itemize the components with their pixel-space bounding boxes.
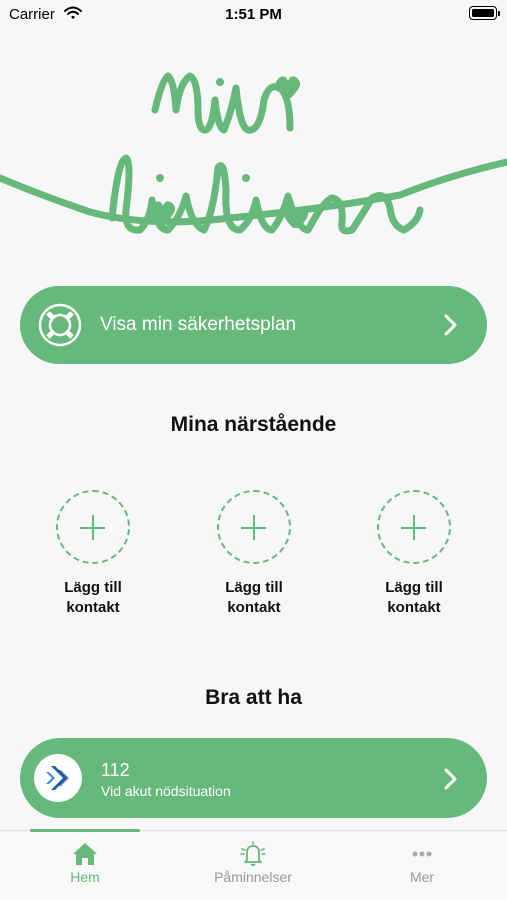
- add-contact-circle: [56, 490, 130, 564]
- more-icon: [412, 851, 432, 857]
- emergency-number: 112: [101, 760, 130, 780]
- bell-icon: [240, 841, 266, 866]
- emergency-logo-badge: [34, 754, 82, 802]
- active-tab-indicator: [30, 829, 140, 832]
- heart-icon: [275, 76, 301, 98]
- tab-reminders[interactable]: Påminnelser: [193, 841, 313, 885]
- tab-home[interactable]: Hem: [25, 841, 145, 885]
- status-time: 1:51 PM: [225, 6, 282, 23]
- safety-plan-label: Visa min säkerhetsplan: [100, 314, 297, 335]
- emergency-112-button[interactable]: 112 Vid akut nödsituation: [20, 738, 487, 818]
- chevron-right-icon: [444, 768, 457, 790]
- tab-more-label: Mer: [409, 869, 435, 885]
- battery-icon: [469, 6, 500, 20]
- good-to-have-title: Bra att ha: [205, 686, 302, 709]
- contacts-row: Lägg till kontakt Lägg till kontakt Lägg t…: [0, 490, 507, 630]
- add-contact-label: Lägg till kontakt: [225, 579, 283, 616]
- add-contact-button[interactable]: Lägg till kontakt: [354, 490, 474, 618]
- add-contact-circle: [377, 490, 451, 564]
- add-contact-button[interactable]: Lägg till kontakt: [194, 490, 314, 618]
- add-contact-label: Lägg till kontakt: [385, 579, 443, 616]
- emergency-description: Vid akut nödsituation: [101, 783, 231, 799]
- lifebuoy-icon: [38, 303, 82, 347]
- tab-home-label: Hem: [70, 869, 100, 885]
- safety-plan-button[interactable]: Visa min säkerhetsplan: [20, 286, 487, 364]
- status-bar: Carrier 1:51 PM: [0, 0, 507, 30]
- tab-more[interactable]: Mer: [362, 841, 482, 885]
- add-contact-circle: [217, 490, 291, 564]
- relatives-title: Mina närstående: [170, 413, 337, 436]
- add-contact-label: Lägg till kontakt: [64, 579, 122, 616]
- tab-bar: Hem Påminnelser Mer: [0, 829, 507, 900]
- sos-alarm-icon: [46, 766, 69, 790]
- app-logo: [0, 72, 507, 235]
- chevron-right-icon: [444, 314, 457, 336]
- home-icon: [73, 843, 97, 865]
- tab-reminders-label: Påminnelser: [214, 869, 292, 885]
- add-contact-button[interactable]: Lägg till kontakt: [33, 490, 153, 618]
